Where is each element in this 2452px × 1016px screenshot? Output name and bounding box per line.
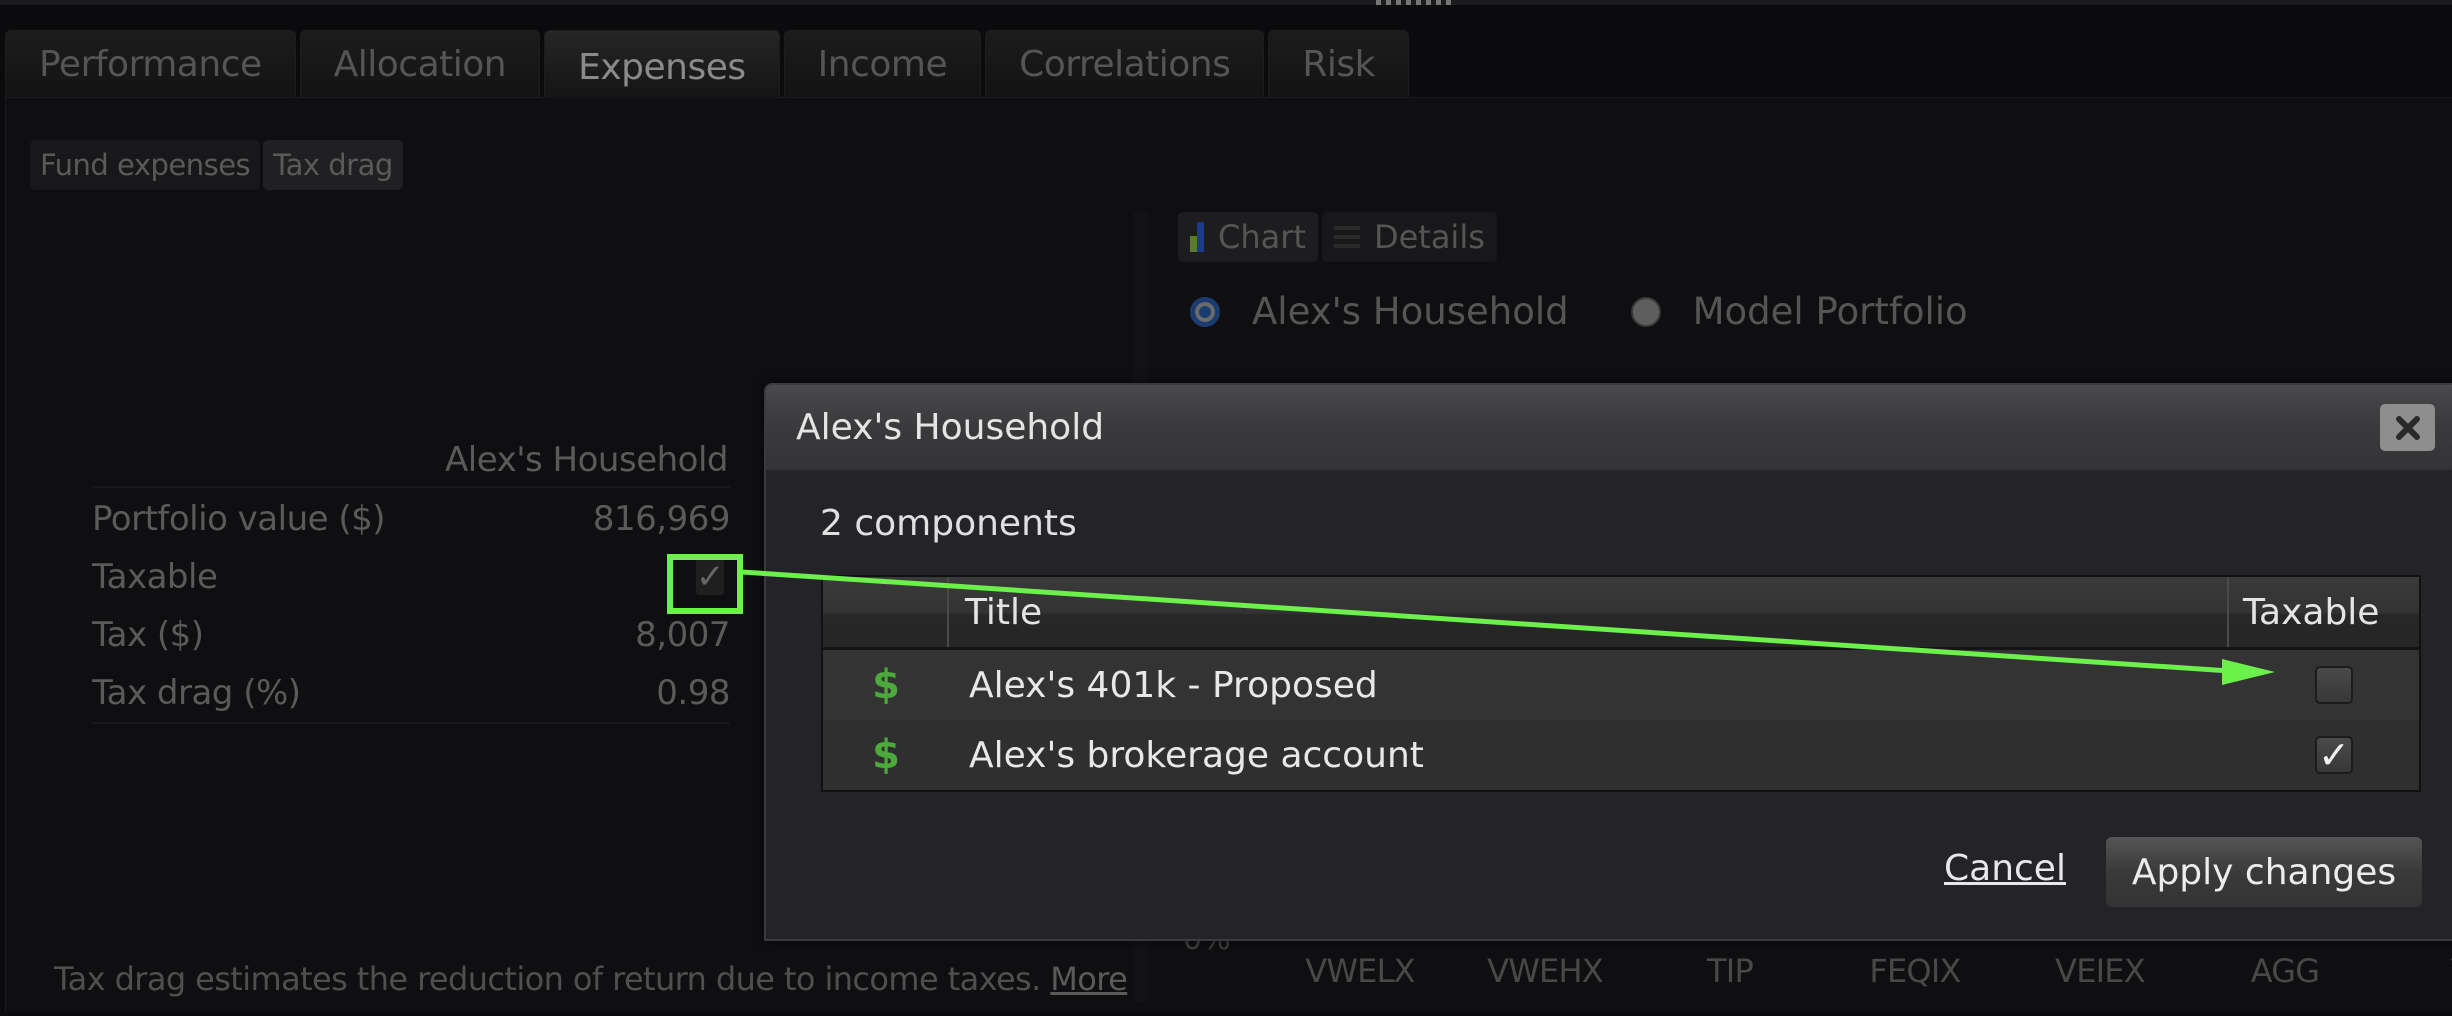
subtab-tax-drag[interactable]: Tax drag — [263, 140, 403, 190]
tab-expenses[interactable]: Expenses — [544, 30, 780, 98]
bar-chart-icon — [1190, 222, 1204, 252]
details-view-button[interactable]: Details — [1321, 212, 1497, 262]
chart-view-button[interactable]: Chart — [1178, 212, 1318, 262]
component-count: 2 components — [820, 503, 1077, 544]
tab-allocation[interactable]: Allocation — [299, 30, 541, 97]
dollar-icon: $ — [872, 662, 900, 708]
summary-row-tax: Tax ($) 8,007 — [92, 606, 730, 664]
tab-correlations[interactable]: Correlations — [985, 30, 1265, 97]
dollar-icon: $ — [872, 732, 900, 778]
chart-x-axis-labels: VWELXVWEHXTIPFEQIXVEIEXAGGVF — [0, 952, 2452, 992]
dialog-titlebar[interactable]: Alex's Household — [766, 385, 2452, 470]
tax-drag-summary-table: Alex's Household Portfolio value ($) 816… — [92, 432, 731, 724]
row-value: 816,969 — [592, 499, 731, 539]
row-label: Tax drag (%) — [92, 673, 301, 713]
dialog-close-button[interactable] — [2380, 404, 2435, 451]
top-strip — [0, 0, 2452, 5]
taxable-checkbox[interactable]: ✓ — [696, 557, 725, 597]
summary-column-header: Alex's Household — [92, 432, 730, 488]
list-icon — [1333, 226, 1360, 248]
dialog-title: Alex's Household — [796, 407, 1105, 448]
table-row: $ Alex's brokerage account ✓ — [823, 720, 2419, 790]
row-label: Taxable — [92, 557, 218, 597]
table-row: $ Alex's 401k - Proposed — [823, 650, 2419, 720]
tab-risk[interactable]: Risk — [1268, 30, 1409, 97]
header-icon-column — [823, 577, 949, 647]
taxable-checkbox-row-1[interactable] — [2315, 666, 2353, 704]
radio-label: Model Portfolio — [1692, 290, 1968, 333]
header-taxable[interactable]: Taxable — [2229, 577, 2419, 647]
checkmark-icon: ✓ — [2318, 733, 2350, 777]
x-axis-label: VEIEX — [2055, 952, 2146, 990]
x-axis-label: VWELX — [1305, 952, 1415, 990]
checkmark-icon: ✓ — [696, 557, 725, 597]
radio-selected-icon — [1190, 296, 1220, 327]
row-label: Portfolio value ($) — [92, 499, 386, 539]
tab-income[interactable]: Income — [783, 30, 982, 97]
tab-performance[interactable]: Performance — [5, 30, 296, 97]
row-value: 0.98 — [656, 673, 730, 713]
radio-alexs-household[interactable]: Alex's Household — [1190, 290, 1569, 333]
x-axis-label: VWEHX — [1487, 952, 1604, 990]
component-title: Alex's brokerage account — [969, 734, 1424, 776]
component-title: Alex's 401k - Proposed — [969, 664, 1378, 706]
taxable-checkbox-row-2[interactable]: ✓ — [2315, 736, 2353, 774]
subtab-fund-expenses[interactable]: Fund expenses — [30, 140, 261, 190]
x-axis-label: TIP — [1707, 952, 1754, 990]
summary-row-tax-drag: Tax drag (%) 0.98 — [92, 664, 730, 722]
radio-label: Alex's Household — [1252, 290, 1569, 333]
header-title[interactable]: Title — [949, 577, 2229, 647]
close-x-icon — [2395, 415, 2420, 440]
radio-unselected-icon — [1630, 296, 1661, 327]
row-label: Tax ($) — [92, 615, 204, 655]
cancel-button[interactable]: Cancel — [1944, 848, 2066, 889]
components-table-header: Title Taxable — [823, 577, 2419, 650]
portfolio-radio-group: Alex's Household Model Portfolio — [1190, 290, 2030, 333]
row-value: 8,007 — [635, 615, 730, 655]
household-components-dialog: Alex's Household 2 components Title Taxa… — [764, 383, 2452, 941]
chart-view-label: Chart — [1218, 218, 1306, 256]
x-axis-label: AGG — [2250, 952, 2320, 990]
view-toggle: Chart Details — [1178, 212, 1497, 262]
components-table: Title Taxable $ Alex's 401k - Proposed $… — [821, 575, 2421, 792]
details-view-label: Details — [1373, 218, 1485, 256]
expenses-subtabs: Fund expenses Tax drag — [30, 140, 403, 190]
apply-changes-button[interactable]: Apply changes — [2106, 837, 2422, 907]
resize-grip-handle[interactable] — [1376, 0, 1452, 5]
radio-model-portfolio[interactable]: Model Portfolio — [1630, 290, 1968, 333]
x-axis-label: FEQIX — [1869, 952, 1961, 990]
summary-row-portfolio-value: Portfolio value ($) 816,969 — [92, 490, 731, 548]
main-tab-bar: Performance Allocation Expenses Income C… — [5, 30, 1409, 98]
summary-row-taxable: Taxable ✓ — [92, 548, 730, 606]
